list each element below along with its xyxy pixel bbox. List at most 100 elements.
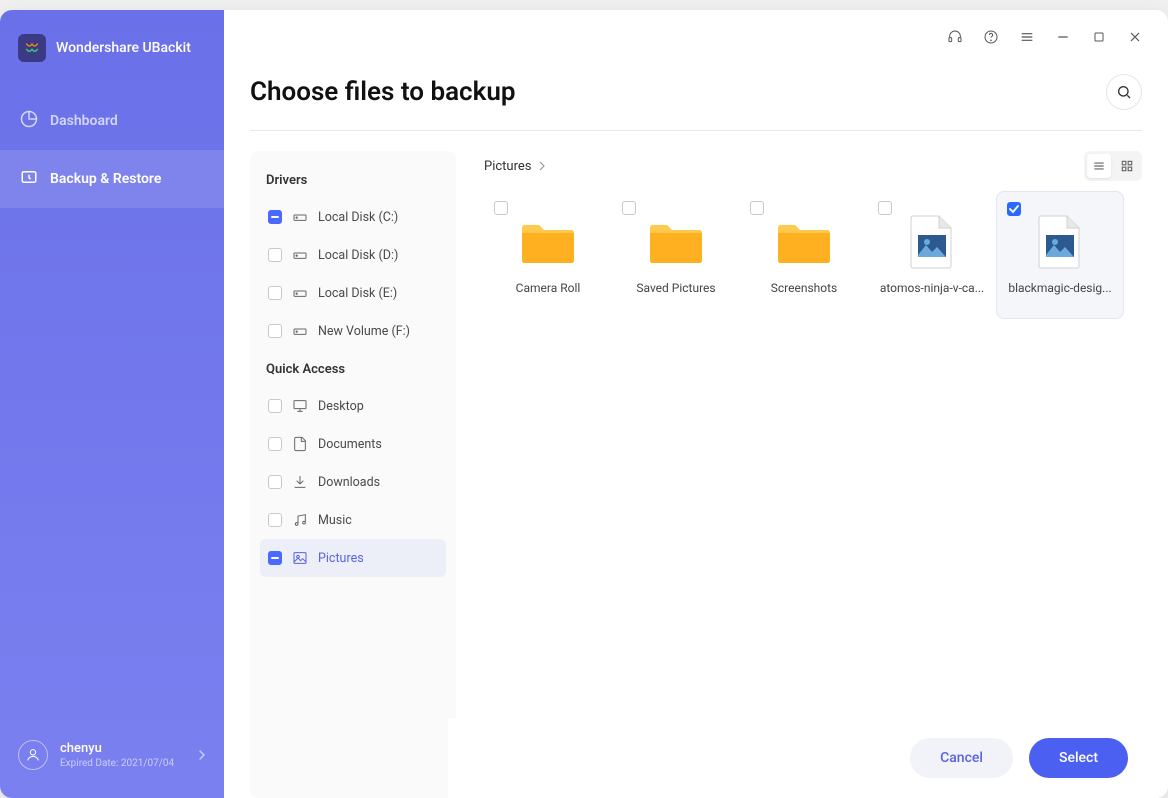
search-button[interactable] xyxy=(1106,74,1142,110)
file-card[interactable]: Camera Roll xyxy=(484,191,612,319)
tree-quick-item[interactable]: Desktop xyxy=(260,387,446,425)
nav: Dashboard Backup & Restore xyxy=(0,92,224,208)
file-checkbox[interactable] xyxy=(494,201,508,215)
grid-icon xyxy=(1120,159,1134,173)
tree-checkbox[interactable] xyxy=(268,286,282,300)
file-name: Camera Roll xyxy=(492,281,604,295)
grid-area: Pictures Camera RollSaved Pictu xyxy=(484,151,1142,798)
grid-header: Pictures xyxy=(484,151,1142,181)
breadcrumb-label: Pictures xyxy=(484,159,531,174)
tree-label: Documents xyxy=(318,437,382,452)
tree-driver-item[interactable]: Local Disk (C:) xyxy=(260,198,446,236)
footer: Cancel Select xyxy=(448,718,1168,798)
tree-label: New Volume (F:) xyxy=(318,324,410,339)
tree-label: Downloads xyxy=(318,475,380,490)
headset-icon[interactable] xyxy=(946,28,964,46)
tree-driver-item[interactable]: Local Disk (D:) xyxy=(260,236,446,274)
files-grid: Camera Roll Saved Pictures Screenshots atom… xyxy=(484,191,1142,319)
cancel-button[interactable]: Cancel xyxy=(910,738,1013,778)
content: Choose files to backup Drivers Local Dis… xyxy=(224,64,1168,798)
user-name: chenyu xyxy=(60,741,174,756)
avatar xyxy=(18,740,48,770)
dashboard-icon xyxy=(20,110,38,132)
file-checkbox[interactable] xyxy=(750,201,764,215)
tree-quick-item[interactable]: Pictures xyxy=(260,539,446,577)
file-name: Saved Pictures xyxy=(620,281,732,295)
app-title: Wondershare UBackit xyxy=(56,40,191,56)
close-icon[interactable] xyxy=(1126,28,1144,46)
file-name: blackmagic-desig... xyxy=(1005,281,1115,295)
select-button[interactable]: Select xyxy=(1029,738,1128,778)
help-icon[interactable] xyxy=(982,28,1000,46)
tree-label: Local Disk (D:) xyxy=(318,248,398,263)
tree-checkbox[interactable] xyxy=(268,475,282,489)
tree-label: Music xyxy=(318,513,352,528)
sidebar-header: Wondershare UBackit xyxy=(0,10,224,92)
tree-panel: Drivers Local Disk (C:) Local Disk (D:) Lo… xyxy=(250,151,456,798)
breadcrumb[interactable]: Pictures xyxy=(484,159,547,174)
tree-checkbox[interactable] xyxy=(268,324,282,338)
nav-label: Dashboard xyxy=(50,113,118,129)
tree-driver-item[interactable]: New Volume (F:) xyxy=(260,312,446,350)
view-grid-button[interactable] xyxy=(1115,154,1139,178)
chevron-right-icon xyxy=(537,161,547,171)
file-checkbox[interactable] xyxy=(1007,202,1021,216)
tree-checkbox[interactable] xyxy=(268,513,282,527)
app-logo xyxy=(18,34,46,62)
nav-item-dashboard[interactable]: Dashboard xyxy=(0,92,224,150)
drive-icon xyxy=(292,209,308,225)
tree-label: Local Disk (E:) xyxy=(318,286,397,301)
file-card[interactable]: atomos-ninja-v-ca... xyxy=(868,191,996,319)
explorer: Drivers Local Disk (C:) Local Disk (D:) Lo… xyxy=(250,151,1142,798)
file-name: atomos-ninja-v-ca... xyxy=(876,281,988,295)
nav-label: Backup & Restore xyxy=(50,171,161,187)
tree-quick-item[interactable]: Downloads xyxy=(260,463,446,501)
user-panel[interactable]: chenyu Expired Date: 2021/07/04 xyxy=(0,724,224,798)
image-file-icon xyxy=(1030,215,1090,269)
monitor-icon xyxy=(292,398,308,414)
document-icon xyxy=(292,436,308,452)
tree-heading-drivers: Drivers xyxy=(260,167,446,198)
app-window: Wondershare UBackit Dashboard Backup & R… xyxy=(0,10,1168,798)
clock-icon xyxy=(20,168,38,190)
picture-icon xyxy=(292,550,308,566)
file-name: Screenshots xyxy=(748,281,860,295)
drive-icon xyxy=(292,323,308,339)
tree-checkbox[interactable] xyxy=(268,210,282,224)
titlebar xyxy=(224,10,1168,64)
maximize-icon[interactable] xyxy=(1090,28,1108,46)
file-checkbox[interactable] xyxy=(622,201,636,215)
minimize-icon[interactable] xyxy=(1054,28,1072,46)
tree-checkbox[interactable] xyxy=(268,551,282,565)
menu-icon[interactable] xyxy=(1018,28,1036,46)
search-icon xyxy=(1116,84,1132,100)
download-icon xyxy=(292,474,308,490)
user-meta: chenyu Expired Date: 2021/07/04 xyxy=(60,741,174,769)
file-card[interactable]: Screenshots xyxy=(740,191,868,319)
tree-label: Pictures xyxy=(318,551,364,566)
tree-label: Desktop xyxy=(318,399,364,414)
music-icon xyxy=(292,512,308,528)
file-card[interactable]: blackmagic-desig... xyxy=(996,191,1124,319)
divider xyxy=(250,130,1142,131)
tree-checkbox[interactable] xyxy=(268,437,282,451)
drive-icon xyxy=(292,247,308,263)
sidebar: Wondershare UBackit Dashboard Backup & R… xyxy=(0,10,224,798)
tree-quick-item[interactable]: Documents xyxy=(260,425,446,463)
file-card[interactable]: Saved Pictures xyxy=(612,191,740,319)
tree-checkbox[interactable] xyxy=(268,248,282,262)
user-expired: Expired Date: 2021/07/04 xyxy=(60,758,174,769)
folder-icon xyxy=(774,215,834,269)
tree-heading-quick: Quick Access xyxy=(260,356,446,387)
tree-driver-item[interactable]: Local Disk (E:) xyxy=(260,274,446,312)
nav-item-backup-restore[interactable]: Backup & Restore xyxy=(0,150,224,208)
file-checkbox[interactable] xyxy=(878,201,892,215)
page-title: Choose files to backup xyxy=(250,77,515,107)
tree-quick-item[interactable]: Music xyxy=(260,501,446,539)
folder-icon xyxy=(646,215,706,269)
drive-icon xyxy=(292,285,308,301)
image-file-icon xyxy=(902,215,962,269)
tree-quick-section: Quick Access Desktop Documents Downloads Mu… xyxy=(260,356,446,577)
tree-checkbox[interactable] xyxy=(268,399,282,413)
view-list-button[interactable] xyxy=(1087,154,1111,178)
